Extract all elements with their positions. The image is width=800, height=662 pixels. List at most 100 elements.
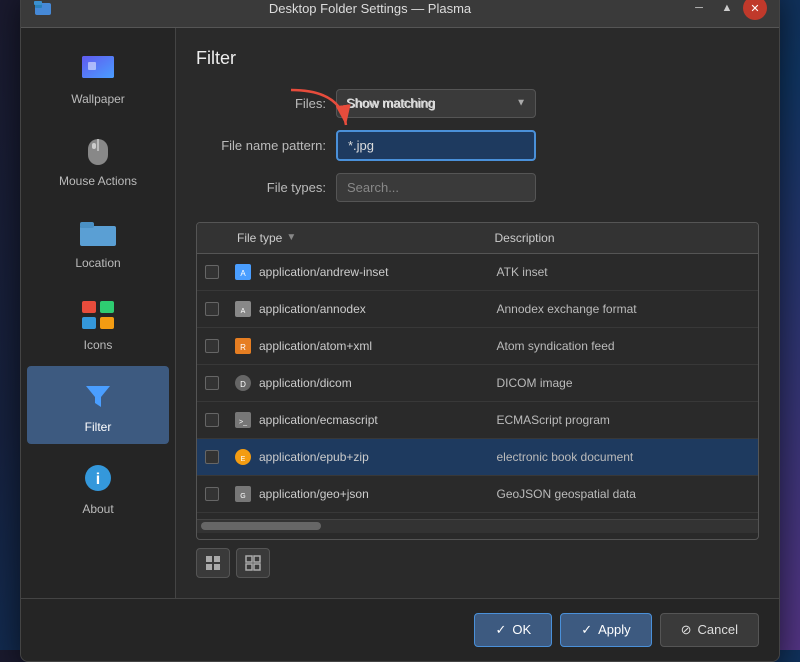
arrow-indicator bbox=[281, 85, 361, 135]
row-checkbox[interactable] bbox=[197, 518, 227, 519]
sidebar: Wallpaper Mouse Actions bbox=[21, 28, 176, 598]
file-icon: A bbox=[231, 297, 255, 321]
window-title: Desktop Folder Settings — Plasma bbox=[53, 1, 687, 16]
table-row[interactable]: D application/dicom DICOM image bbox=[197, 365, 758, 402]
table-row[interactable]: A application/andrew-inset ATK inset bbox=[197, 254, 758, 291]
table-row[interactable]: R application/atom+xml Atom syndication … bbox=[197, 328, 758, 365]
sidebar-item-wallpaper[interactable]: Wallpaper bbox=[27, 38, 169, 116]
info-icon: i bbox=[78, 458, 118, 498]
cancel-circle-icon: ⊘ bbox=[681, 622, 692, 638]
svg-text:i: i bbox=[96, 471, 100, 488]
row-filetype: D application/dicom bbox=[227, 365, 487, 401]
table-row[interactable]: >_ application/ecmascript ECMAScript pro… bbox=[197, 402, 758, 439]
row-checkbox[interactable] bbox=[197, 444, 227, 470]
main-panel: Filter Files: Show matching Show matchin… bbox=[176, 28, 779, 598]
svg-text:A: A bbox=[240, 269, 246, 278]
sidebar-label-wallpaper: Wallpaper bbox=[71, 92, 125, 106]
ok-button[interactable]: ✓ OK bbox=[474, 613, 552, 647]
row-filetype: >_ application/ecmascript bbox=[227, 402, 487, 438]
file-icon: A bbox=[231, 260, 255, 284]
files-select[interactable]: Show matching bbox=[336, 89, 536, 118]
file-name-pattern-label: File name pattern: bbox=[196, 138, 326, 153]
sidebar-label-icons: Icons bbox=[84, 338, 113, 352]
file-icon: D bbox=[231, 371, 255, 395]
apply-check-icon: ✓ bbox=[581, 622, 592, 638]
table-row[interactable]: G application/geo+json GeoJSON geospatia… bbox=[197, 476, 758, 513]
row-filetype: G application/gml+xml bbox=[227, 513, 487, 519]
cancel-button[interactable]: ⊘ Cancel bbox=[660, 613, 759, 647]
file-name-pattern-row: File name pattern: bbox=[196, 130, 759, 161]
close-button[interactable]: ✕ bbox=[743, 0, 767, 20]
row-description: ATK inset bbox=[487, 259, 759, 285]
footer: ✓ OK ✓ Apply ⊘ Cancel bbox=[21, 598, 779, 661]
row-filetype: A application/andrew-inset bbox=[227, 254, 487, 290]
th-check bbox=[197, 230, 227, 246]
sidebar-item-filter[interactable]: Filter bbox=[27, 366, 169, 444]
row-filetype: A application/annodex bbox=[227, 291, 487, 327]
sort-icon: ▼ bbox=[286, 232, 296, 243]
row-filetype: R application/atom+xml bbox=[227, 328, 487, 364]
row-description: ECMAScript program bbox=[487, 407, 759, 433]
svg-text:E: E bbox=[241, 456, 246, 463]
table-body[interactable]: A application/andrew-inset ATK inset A bbox=[197, 254, 758, 519]
sidebar-item-about[interactable]: i About bbox=[27, 448, 169, 526]
svg-text:A: A bbox=[241, 308, 246, 315]
row-checkbox[interactable] bbox=[197, 259, 227, 285]
th-description: Description bbox=[485, 223, 743, 253]
row-checkbox[interactable] bbox=[197, 333, 227, 359]
content-area: Wallpaper Mouse Actions bbox=[21, 28, 779, 598]
row-checkbox[interactable] bbox=[197, 481, 227, 507]
filter-icon bbox=[78, 376, 118, 416]
row-checkbox[interactable] bbox=[197, 296, 227, 322]
minimize-button[interactable]: ─ bbox=[687, 0, 711, 20]
folder-icon bbox=[78, 212, 118, 252]
ok-check-icon: ✓ bbox=[495, 622, 506, 638]
row-filetype: G application/geo+json bbox=[227, 476, 487, 512]
file-types-search-input[interactable] bbox=[336, 173, 536, 202]
row-description: Annodex exchange format bbox=[487, 296, 759, 322]
table-row[interactable]: A application/annodex Annodex exchange f… bbox=[197, 291, 758, 328]
row-description: GeoJSON geospatial data bbox=[487, 481, 759, 507]
horizontal-scrollbar[interactable] bbox=[197, 519, 758, 533]
file-types-row: File types: bbox=[196, 173, 759, 202]
svg-text:R: R bbox=[240, 343, 246, 352]
sidebar-label-location: Location bbox=[75, 256, 120, 270]
table-row[interactable]: G application/gml+xml GML document bbox=[197, 513, 758, 519]
horizontal-scrollbar-thumb[interactable] bbox=[201, 522, 321, 530]
file-types-table: File type ▼ Description A appl bbox=[196, 222, 759, 540]
sidebar-item-icons[interactable]: Icons bbox=[27, 284, 169, 362]
apply-button[interactable]: ✓ Apply bbox=[560, 613, 651, 647]
sidebar-item-location[interactable]: Location bbox=[27, 202, 169, 280]
table-header: File type ▼ Description bbox=[197, 223, 758, 254]
sidebar-item-mouse-actions[interactable]: Mouse Actions bbox=[27, 120, 169, 198]
main-window: Desktop Folder Settings — Plasma ─ ▲ ✕ bbox=[20, 0, 780, 662]
script-icon: >_ bbox=[231, 408, 255, 432]
file-types-label: File types: bbox=[196, 180, 326, 195]
wallpaper-icon bbox=[78, 48, 118, 88]
bottom-tools bbox=[196, 548, 759, 578]
mouse-icon bbox=[78, 130, 118, 170]
file-icon: G bbox=[231, 482, 255, 506]
panel-title: Filter bbox=[196, 48, 759, 69]
app-icon bbox=[33, 0, 53, 18]
th-filetype[interactable]: File type ▼ bbox=[227, 223, 485, 253]
sidebar-label-about: About bbox=[82, 502, 113, 516]
row-description: electronic book document bbox=[487, 444, 759, 470]
row-checkbox[interactable] bbox=[197, 407, 227, 433]
select-all-button[interactable] bbox=[196, 548, 230, 578]
sidebar-label-filter: Filter bbox=[85, 420, 112, 434]
row-filetype: E application/epub+zip bbox=[227, 439, 487, 475]
file-name-pattern-area bbox=[336, 130, 536, 161]
svg-text:D: D bbox=[240, 380, 246, 389]
deselect-all-button[interactable] bbox=[236, 548, 270, 578]
rss-icon: R bbox=[231, 334, 255, 358]
row-description: Atom syndication feed bbox=[487, 333, 759, 359]
row-checkbox[interactable] bbox=[197, 370, 227, 396]
epub-icon: E bbox=[231, 445, 255, 469]
file-name-pattern-input[interactable] bbox=[336, 130, 536, 161]
icons-icon bbox=[78, 294, 118, 334]
sidebar-label-mouse-actions: Mouse Actions bbox=[59, 174, 137, 188]
table-row[interactable]: E application/epub+zip electronic book d… bbox=[197, 439, 758, 476]
row-description: GML document bbox=[487, 518, 759, 519]
maximize-button[interactable]: ▲ bbox=[715, 0, 739, 20]
